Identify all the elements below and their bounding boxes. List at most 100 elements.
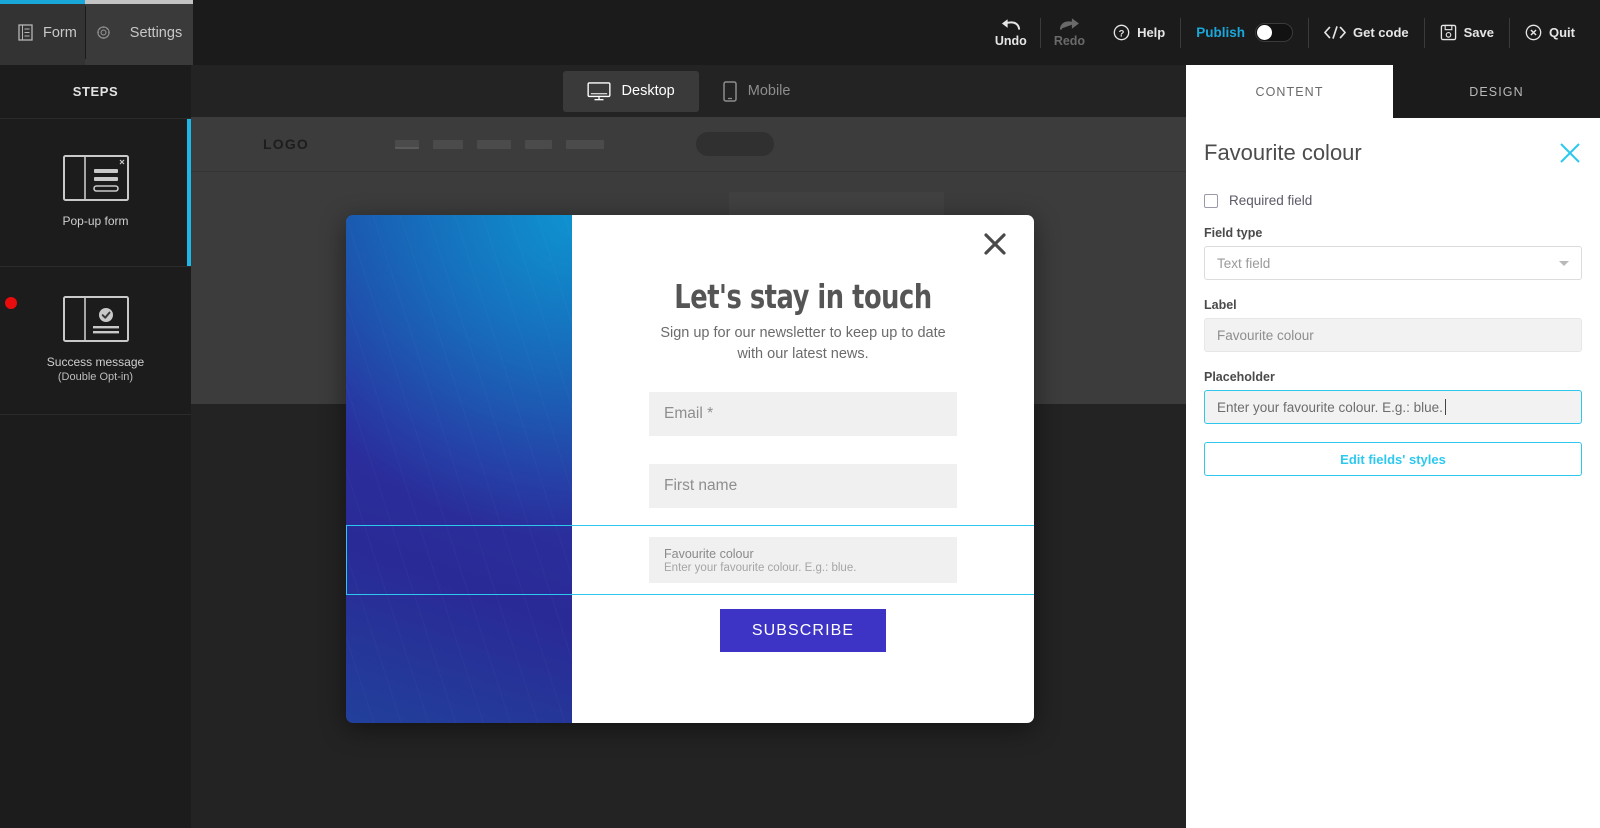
- tab-form[interactable]: Form: [0, 0, 85, 65]
- placeholder-input-label: Placeholder: [1204, 370, 1275, 384]
- nav-placeholder: [525, 139, 553, 149]
- help-label: Help: [1137, 25, 1166, 40]
- monitor-icon: [586, 81, 611, 100]
- tab-settings-indicator: [85, 0, 193, 4]
- email-field-placeholder: Email *: [664, 405, 714, 423]
- steps-title: STEPS: [0, 65, 191, 119]
- close-x-icon[interactable]: [982, 231, 1008, 257]
- email-field[interactable]: Email *: [649, 392, 957, 437]
- placeholder-input[interactable]: Enter your favourite colour. E.g.: blue.: [1204, 390, 1582, 424]
- help-circle-icon: ?: [1113, 24, 1130, 41]
- popup-field-first-name[interactable]: First name: [572, 464, 1034, 509]
- undo-label: Undo: [994, 34, 1027, 48]
- panel-tabs: CONTENT DESIGN: [1186, 65, 1600, 118]
- favourite-colour-field-placeholder: Enter your favourite colour. E.g.: blue.: [664, 561, 857, 574]
- publish-label: Publish: [1196, 25, 1245, 40]
- undo-button[interactable]: Undo: [982, 10, 1040, 56]
- sidebar-item-popup-form[interactable]: Pop-up form: [0, 119, 191, 267]
- mock-site-cta-placeholder: [696, 132, 775, 156]
- required-field-label: Required field: [1229, 193, 1313, 208]
- close-circle-icon: [1525, 24, 1542, 41]
- save-button[interactable]: Save: [1425, 16, 1509, 50]
- save-label: Save: [1463, 25, 1494, 40]
- edit-fields-styles-button[interactable]: Edit fields' styles: [1204, 442, 1582, 476]
- popup-content-panel: Let's stay in touch Sign up for our news…: [346, 215, 1034, 723]
- mock-site-nav: [395, 139, 605, 149]
- redo-button[interactable]: Redo: [1041, 10, 1098, 56]
- required-field-checkbox-row[interactable]: Required field: [1204, 193, 1582, 208]
- label-input-label: Label: [1204, 298, 1237, 312]
- subscribe-button[interactable]: SUBSCRIBE: [720, 609, 886, 653]
- nav-placeholder: [395, 139, 420, 149]
- get-code-button[interactable]: Get code: [1309, 16, 1424, 50]
- panel-title: Favourite colour: [1204, 140, 1362, 165]
- editor-tabs: Form Settings: [0, 0, 193, 65]
- device-desktop-label: Desktop: [621, 83, 675, 99]
- tab-divider: [85, 6, 86, 59]
- text-cursor: [1444, 399, 1446, 415]
- top-toolbar: Undo Redo ? Help Publish Get code Save Q…: [982, 0, 1590, 65]
- popup-form-icon: [62, 155, 129, 202]
- chevron-down-icon: [1559, 260, 1569, 266]
- success-check-icon: [62, 295, 129, 342]
- undo-arrow-icon: [1002, 19, 1021, 30]
- quit-button[interactable]: Quit: [1510, 16, 1590, 50]
- device-mobile-label: Mobile: [747, 83, 791, 99]
- sidebar-item-success-message-label: Success message (Double Opt-in): [47, 354, 144, 385]
- alert-dot-icon: [5, 297, 17, 309]
- properties-panel: CONTENT DESIGN Favourite colour Required…: [1186, 65, 1600, 828]
- popup-image-panel[interactable]: [346, 215, 572, 723]
- popup-subtitle: Sign up for our newsletter to keep up to…: [660, 325, 946, 362]
- sidebar-item-popup-form-label: Pop-up form: [62, 214, 129, 229]
- nav-placeholder: [477, 139, 512, 149]
- help-button[interactable]: ? Help: [1098, 16, 1180, 50]
- quit-label: Quit: [1549, 25, 1575, 40]
- favourite-colour-field[interactable]: Favourite colour Enter your favourite co…: [649, 537, 957, 584]
- gear-icon: [96, 25, 110, 40]
- label-input[interactable]: Favourite colour: [1204, 318, 1582, 352]
- tab-form-indicator: [0, 0, 85, 4]
- popup-form-preview: Let's stay in touch Sign up for our news…: [346, 215, 1034, 723]
- required-field-checkbox[interactable]: [1204, 193, 1218, 208]
- panel-body: Favourite colour Required field Field ty…: [1186, 118, 1600, 476]
- tab-design[interactable]: DESIGN: [1393, 65, 1600, 118]
- app-root: Form Settings Undo Redo ? Help Publish G…: [0, 0, 1600, 828]
- redo-label: Redo: [1053, 34, 1086, 48]
- popup-field-email[interactable]: Email *: [572, 392, 1034, 437]
- device-desktop-button[interactable]: Desktop: [562, 70, 699, 112]
- panel-header: Favourite colour: [1204, 140, 1582, 166]
- steps-sidebar: STEPS Pop-up form Success message (Doubl…: [0, 65, 191, 828]
- field-type-label: Field type: [1204, 226, 1263, 240]
- popup-title: Let's stay in touch: [674, 277, 932, 316]
- get-code-label: Get code: [1353, 25, 1409, 40]
- redo-arrow-icon: [1059, 18, 1079, 30]
- floppy-disk-icon: [1440, 24, 1456, 41]
- phone-icon: [722, 80, 737, 102]
- first-name-field[interactable]: First name: [649, 464, 957, 509]
- publish-toggle-knob: [1257, 25, 1272, 40]
- nav-placeholder: [433, 139, 464, 149]
- device-mobile-button[interactable]: Mobile: [699, 71, 815, 112]
- tab-form-label: Form: [43, 24, 77, 41]
- code-brackets-icon: [1324, 26, 1346, 39]
- close-x-icon[interactable]: [1558, 141, 1582, 165]
- tab-settings-label: Settings: [129, 24, 183, 41]
- field-type-select[interactable]: Text field: [1204, 246, 1582, 280]
- device-switch-bar: Desktop Mobile: [191, 65, 1186, 117]
- publish-toggle-group[interactable]: Publish: [1181, 23, 1308, 42]
- success-label-main: Success message: [46, 354, 145, 369]
- mock-site-header: LOGO: [191, 117, 1186, 172]
- nav-placeholder: [566, 139, 605, 149]
- document-icon: [18, 24, 33, 41]
- tab-settings[interactable]: Settings: [85, 0, 193, 65]
- mock-site-logo: LOGO: [263, 136, 310, 152]
- label-input-value: Favourite colour: [1217, 327, 1314, 343]
- sidebar-item-success-message[interactable]: Success message (Double Opt-in): [0, 267, 191, 415]
- publish-toggle[interactable]: [1255, 23, 1293, 42]
- popup-field-favourite-colour[interactable]: Favourite colour Enter your favourite co…: [346, 525, 1034, 596]
- svg-text:?: ?: [1119, 28, 1125, 39]
- top-bar: Form Settings Undo Redo ? Help Publish G…: [0, 0, 1600, 65]
- success-label-sub: (Double Opt-in): [57, 371, 134, 384]
- tab-content[interactable]: CONTENT: [1186, 65, 1393, 118]
- field-type-value: Text field: [1217, 255, 1271, 271]
